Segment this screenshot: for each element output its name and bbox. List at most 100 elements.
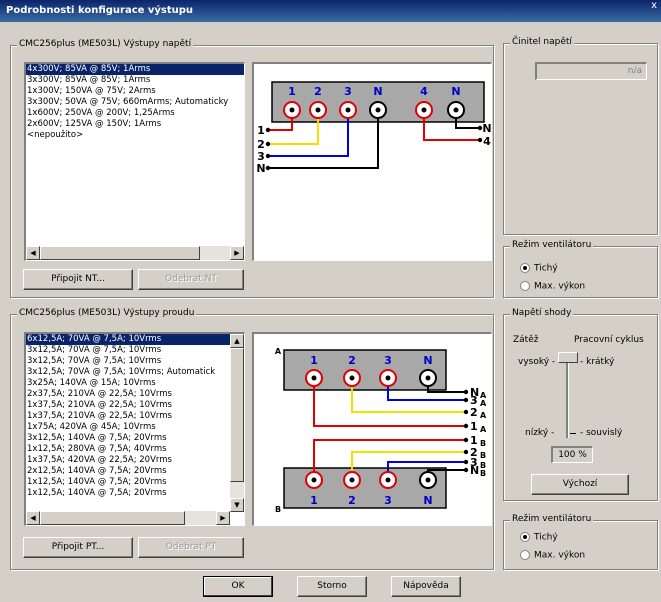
voltage-list[interactable]: 4x300V; 85VA @ 85V; 1Arms 3x300V; 85VA @ … [24, 62, 245, 261]
current-top-label: N [423, 354, 432, 367]
scroll-right-icon[interactable]: ▶ [216, 511, 230, 525]
current-right-sublabel: B [480, 439, 486, 448]
list-item[interactable]: 3x12,5A; 70VA @ 7,5A; 10Vrms [26, 356, 230, 367]
list-item[interactable]: 4x300V; 85VA @ 85V; 1Arms [26, 64, 244, 75]
list-item[interactable]: 2x12,5A; 140VA @ 7,5A; 20Vrms [26, 466, 230, 477]
fan2-max-radio[interactable]: Max. výkon [520, 550, 585, 562]
fan2-quiet-radio[interactable]: Tichý [520, 532, 558, 544]
voltage-factor-field: n/a [535, 62, 647, 80]
low-label: nízký - [525, 428, 555, 438]
current-list-hscrollbar[interactable]: ◀ ▶ [26, 511, 230, 525]
voltage-top-label: N [451, 85, 460, 98]
current-top-label: 3 [384, 354, 392, 367]
terminal-pin [453, 107, 459, 113]
radio-icon [520, 550, 530, 560]
current-right-label: 2 [470, 406, 478, 419]
voltage-top-label: 3 [344, 85, 352, 98]
list-item[interactable]: 1x37,5A; 210VA @ 22,5A; 10Vrms [26, 411, 230, 422]
terminal-dot [463, 459, 469, 465]
scroll-thumb[interactable] [40, 511, 185, 525]
scroll-right-icon[interactable]: ▶ [230, 246, 244, 260]
compliance-value-field: 100 % [551, 446, 593, 463]
high-label: vysoký - [518, 357, 556, 367]
list-item[interactable]: 2x37,5A; 210VA @ 22,5A; 10Vrms [26, 389, 230, 400]
list-item[interactable]: 3x12,5A; 70VA @ 7,5A; 10Vrms [26, 345, 230, 356]
scroll-thumb-vertical[interactable] [230, 348, 244, 482]
terminal-dot [463, 397, 469, 403]
terminal-pin [385, 477, 391, 483]
scroll-left-icon[interactable]: ◀ [26, 246, 40, 260]
terminal-dot [463, 449, 469, 455]
fan1-max-radio[interactable]: Max. výkon [520, 281, 585, 293]
list-item[interactable]: 1x37,5A; 420VA @ 22,5A; 20Vrms [26, 455, 230, 466]
terminal-dot [463, 389, 469, 395]
list-item[interactable]: 3x25A; 140VA @ 15A; 10Vrms [26, 378, 230, 389]
current-bottom-label: 2 [348, 494, 356, 507]
help-button[interactable]: Nápověda [391, 576, 461, 597]
scroll-up-icon[interactable]: ▲ [230, 334, 244, 348]
duty-cycle-label: Pracovní cyklus [574, 335, 644, 345]
short-label: - krátký [580, 357, 615, 367]
default-button[interactable]: Výchozí [531, 474, 629, 495]
voltage-diagram-svg: 123NN41 2 3 N 4 N [256, 81, 492, 175]
current-right-sublabel: B [480, 451, 486, 460]
fan1-quiet-radio[interactable]: Tichý [520, 263, 558, 275]
list-item[interactable]: 1x75A; 420VA @ 45A; 10Vrms [26, 422, 230, 433]
terminal-pin [315, 107, 321, 113]
terminal-pin [425, 375, 431, 381]
factor-group-title: Činitel napětí [510, 37, 574, 47]
list-item[interactable]: 3x12,5A; 140VA @ 7,5A; 20Vrms [26, 433, 230, 444]
current-list[interactable]: 6x12,5A; 70VA @ 7,5A; 10Vrms 3x12,5A; 70V… [24, 332, 245, 526]
current-list-vscrollbar[interactable]: ▲ ▼ [230, 334, 244, 512]
current-bottom-label: 1 [310, 494, 318, 507]
current-right-sublabel: A [480, 425, 487, 434]
list-item[interactable]: 2x600V; 125VA @ 150V; 1Arms [26, 119, 244, 130]
list-item[interactable]: 1x300V; 150VA @ 75V; 2Arms [26, 86, 244, 97]
list-item[interactable]: 3x300V; 85VA @ 85V; 1Arms [26, 75, 244, 86]
cancel-button[interactable]: Storno [297, 576, 367, 597]
voltage-group-title: CMC256plus (ME503L) Výstupy napětí [17, 39, 194, 49]
terminal-dot [265, 153, 271, 159]
list-item[interactable]: 1x12,5A; 140VA @ 7,5A; 20Vrms [26, 488, 230, 499]
scroll-down-icon[interactable]: ▼ [230, 498, 244, 512]
ok-button[interactable]: OK [203, 576, 273, 597]
list-item[interactable]: 3x300V; 50VA @ 75V; 660mArms; Automatick… [26, 97, 244, 108]
window-title-bar: Podrobnosti konfigurace výstupu [0, 0, 661, 22]
terminal-dot [463, 437, 469, 443]
list-item[interactable]: 1x37,5A; 210VA @ 22,5A; 10Vrms [26, 400, 230, 411]
compliance-slider-track[interactable] [566, 358, 569, 438]
list-item[interactable]: 1x600V; 250VA @ 200V; 1,25Arms [26, 108, 244, 119]
list-item[interactable]: 6x12,5A; 70VA @ 7,5A; 10Vrms [26, 334, 230, 345]
scroll-left-icon[interactable]: ◀ [26, 511, 40, 525]
current-right-sublabel: B [480, 469, 486, 478]
close-icon[interactable]: x [651, 0, 657, 11]
compliance-slider-thumb[interactable] [558, 352, 578, 363]
current-bottom-label: 3 [384, 494, 392, 507]
remove-vt-button[interactable]: Odebrat NT [138, 269, 244, 290]
voltage-top-label: 2 [314, 85, 322, 98]
current-right-sublabel: A [480, 411, 487, 420]
voltage-wiring-diagram: 123NN4123N4N [252, 62, 492, 261]
window-title: Podrobnosti konfigurace výstupu [6, 5, 194, 16]
terminal-pin [421, 107, 427, 113]
list-item[interactable]: 3x12,5A; 70VA @ 7,5A; 10Vrms; Automatick [26, 367, 230, 378]
connect-ct-button[interactable]: Připojit PT... [23, 537, 133, 558]
current-right-sublabel: A [480, 399, 487, 408]
compliance-group-title: Napětí shody [510, 308, 574, 318]
terminal-dot [265, 165, 271, 171]
remove-ct-button[interactable]: Odebrat PT [138, 537, 244, 558]
list-item[interactable]: 1x12,5A; 140VA @ 7,5A; 20Vrms [26, 477, 230, 488]
terminal-dot [477, 137, 483, 143]
terminal-pin [311, 375, 317, 381]
scroll-thumb[interactable] [40, 246, 200, 260]
list-item[interactable]: <nepoužito> [26, 130, 244, 141]
radio-selected-icon [520, 263, 530, 273]
slider-tick-bottom [570, 433, 576, 434]
current-diagram-svg: N A3 A2 A1 A1 B2 B3 BN B1 2 3 N1 2 3 NAB [275, 347, 487, 514]
terminal-pin [311, 477, 317, 483]
voltage-list-scrollbar[interactable]: ◀ ▶ [26, 246, 244, 260]
current-bottom-label: N [423, 494, 432, 507]
radio-selected-icon [520, 532, 530, 542]
connect-vt-button[interactable]: Připojit NT... [23, 269, 133, 290]
list-item[interactable]: 1x12,5A; 280VA @ 7,5A; 40Vrms [26, 444, 230, 455]
